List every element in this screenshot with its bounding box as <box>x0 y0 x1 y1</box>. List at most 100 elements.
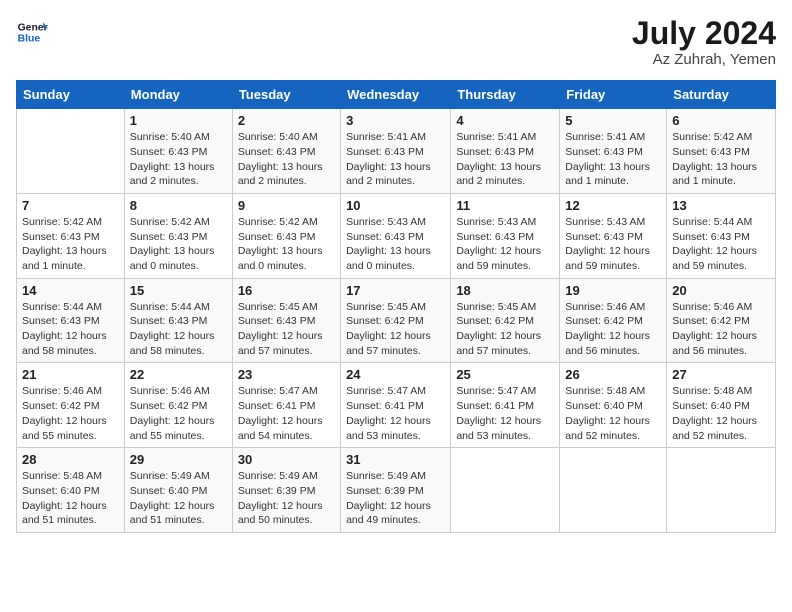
calendar-day-cell: 26 Sunrise: 5:48 AM Sunset: 6:40 PM Dayli… <box>560 363 667 448</box>
calendar-day-cell: 14Sunrise: 5:44 AM Sunset: 6:43 PM Dayli… <box>17 278 125 363</box>
day-number: 13 <box>672 198 770 213</box>
calendar-header-cell: Thursday <box>451 81 560 109</box>
calendar-day-cell: 17 Sunrise: 5:45 AM Sunset: 6:42 PM Dayli… <box>341 278 451 363</box>
day-number: 8 <box>130 198 227 213</box>
calendar-day-cell: 9 Sunrise: 5:42 AM Sunset: 6:43 PM Daylig… <box>232 193 340 278</box>
calendar-header-cell: Wednesday <box>341 81 451 109</box>
calendar-day-cell: 23Sunrise: 5:47 AM Sunset: 6:41 PM Dayli… <box>232 363 340 448</box>
calendar-day-cell <box>560 448 667 533</box>
day-number: 2 <box>238 113 335 128</box>
calendar-body: 1 Sunrise: 5:40 AM Sunset: 6:43 PM Daylig… <box>17 109 776 533</box>
calendar-day-cell: 4 Sunrise: 5:41 AM Sunset: 6:43 PM Daylig… <box>451 109 560 194</box>
calendar-day-cell: 25Sunrise: 5:47 AM Sunset: 6:41 PM Dayli… <box>451 363 560 448</box>
calendar-header-row: SundayMondayTuesdayWednesdayThursdayFrid… <box>17 81 776 109</box>
day-info: Sunrise: 5:45 AM Sunset: 6:43 PM Dayligh… <box>238 300 335 359</box>
day-number: 1 <box>130 113 227 128</box>
day-info: Sunrise: 5:48 AM Sunset: 6:40 PM Dayligh… <box>565 384 661 443</box>
calendar-header-cell: Saturday <box>667 81 776 109</box>
calendar-day-cell: 21 Sunrise: 5:46 AM Sunset: 6:42 PM Dayli… <box>17 363 125 448</box>
day-info: Sunrise: 5:46 AM Sunset: 6:42 PM Dayligh… <box>130 384 227 443</box>
day-number: 16 <box>238 283 335 298</box>
calendar-week-row: 7 Sunrise: 5:42 AM Sunset: 6:43 PM Daylig… <box>17 193 776 278</box>
calendar-header-cell: Friday <box>560 81 667 109</box>
calendar-day-cell: 7 Sunrise: 5:42 AM Sunset: 6:43 PM Daylig… <box>17 193 125 278</box>
day-number: 26 <box>565 367 661 382</box>
day-number: 23 <box>238 367 335 382</box>
calendar-day-cell: 10 Sunrise: 5:43 AM Sunset: 6:43 PM Dayli… <box>341 193 451 278</box>
day-info: Sunrise: 5:46 AM Sunset: 6:42 PM Dayligh… <box>22 384 119 443</box>
day-info: Sunrise: 5:40 AM Sunset: 6:43 PM Dayligh… <box>238 130 335 189</box>
calendar-week-row: 1 Sunrise: 5:40 AM Sunset: 6:43 PM Daylig… <box>17 109 776 194</box>
day-info: Sunrise: 5:44 AM Sunset: 6:43 PM Dayligh… <box>22 300 119 359</box>
day-info: Sunrise: 5:42 AM Sunset: 6:43 PM Dayligh… <box>672 130 770 189</box>
day-info: Sunrise: 5:42 AM Sunset: 6:43 PM Dayligh… <box>130 215 227 274</box>
day-number: 6 <box>672 113 770 128</box>
calendar-day-cell: 22Sunrise: 5:46 AM Sunset: 6:42 PM Dayli… <box>124 363 232 448</box>
calendar-day-cell: 19 Sunrise: 5:46 AM Sunset: 6:42 PM Dayli… <box>560 278 667 363</box>
day-number: 3 <box>346 113 445 128</box>
day-info: Sunrise: 5:47 AM Sunset: 6:41 PM Dayligh… <box>346 384 445 443</box>
calendar-day-cell: 24 Sunrise: 5:47 AM Sunset: 6:41 PM Dayli… <box>341 363 451 448</box>
day-number: 29 <box>130 452 227 467</box>
day-info: Sunrise: 5:47 AM Sunset: 6:41 PM Dayligh… <box>456 384 554 443</box>
day-info: Sunrise: 5:48 AM Sunset: 6:40 PM Dayligh… <box>672 384 770 443</box>
calendar-table: SundayMondayTuesdayWednesdayThursdayFrid… <box>16 80 776 533</box>
calendar-day-cell: 6 Sunrise: 5:42 AM Sunset: 6:43 PM Daylig… <box>667 109 776 194</box>
calendar-day-cell: 30 Sunrise: 5:49 AM Sunset: 6:39 PM Dayli… <box>232 448 340 533</box>
logo-icon: General Blue <box>16 16 48 48</box>
day-info: Sunrise: 5:46 AM Sunset: 6:42 PM Dayligh… <box>565 300 661 359</box>
calendar-day-cell: 28Sunrise: 5:48 AM Sunset: 6:40 PM Dayli… <box>17 448 125 533</box>
day-info: Sunrise: 5:45 AM Sunset: 6:42 PM Dayligh… <box>346 300 445 359</box>
page-header: General Blue July 2024 Az Zuhrah, Yemen <box>16 16 776 68</box>
day-number: 5 <box>565 113 661 128</box>
day-info: Sunrise: 5:44 AM Sunset: 6:43 PM Dayligh… <box>672 215 770 274</box>
day-number: 21 <box>22 367 119 382</box>
day-info: Sunrise: 5:43 AM Sunset: 6:43 PM Dayligh… <box>456 215 554 274</box>
calendar-day-cell: 5 Sunrise: 5:41 AM Sunset: 6:43 PM Daylig… <box>560 109 667 194</box>
day-number: 30 <box>238 452 335 467</box>
day-info: Sunrise: 5:44 AM Sunset: 6:43 PM Dayligh… <box>130 300 227 359</box>
day-number: 19 <box>565 283 661 298</box>
calendar-header-cell: Tuesday <box>232 81 340 109</box>
day-info: Sunrise: 5:43 AM Sunset: 6:43 PM Dayligh… <box>565 215 661 274</box>
day-number: 7 <box>22 198 119 213</box>
calendar-day-cell <box>17 109 125 194</box>
day-number: 27 <box>672 367 770 382</box>
calendar-day-cell: 20Sunrise: 5:46 AM Sunset: 6:42 PM Dayli… <box>667 278 776 363</box>
day-number: 10 <box>346 198 445 213</box>
day-info: Sunrise: 5:40 AM Sunset: 6:43 PM Dayligh… <box>130 130 227 189</box>
day-info: Sunrise: 5:41 AM Sunset: 6:43 PM Dayligh… <box>456 130 554 189</box>
day-info: Sunrise: 5:45 AM Sunset: 6:42 PM Dayligh… <box>456 300 554 359</box>
calendar-header-cell: Sunday <box>17 81 125 109</box>
day-info: Sunrise: 5:41 AM Sunset: 6:43 PM Dayligh… <box>565 130 661 189</box>
calendar-day-cell: 2 Sunrise: 5:40 AM Sunset: 6:43 PM Daylig… <box>232 109 340 194</box>
calendar-week-row: 28Sunrise: 5:48 AM Sunset: 6:40 PM Dayli… <box>17 448 776 533</box>
day-number: 17 <box>346 283 445 298</box>
svg-text:Blue: Blue <box>18 34 41 45</box>
day-info: Sunrise: 5:46 AM Sunset: 6:42 PM Dayligh… <box>672 300 770 359</box>
day-info: Sunrise: 5:49 AM Sunset: 6:39 PM Dayligh… <box>238 469 335 528</box>
day-info: Sunrise: 5:49 AM Sunset: 6:39 PM Dayligh… <box>346 469 445 528</box>
day-number: 31 <box>346 452 445 467</box>
calendar-day-cell: 13 Sunrise: 5:44 AM Sunset: 6:43 PM Dayli… <box>667 193 776 278</box>
calendar-week-row: 21 Sunrise: 5:46 AM Sunset: 6:42 PM Dayli… <box>17 363 776 448</box>
month-year: July 2024 <box>632 16 776 51</box>
location: Az Zuhrah, Yemen <box>632 51 776 68</box>
calendar-day-cell: 8 Sunrise: 5:42 AM Sunset: 6:43 PM Daylig… <box>124 193 232 278</box>
day-info: Sunrise: 5:42 AM Sunset: 6:43 PM Dayligh… <box>238 215 335 274</box>
calendar-day-cell: 29 Sunrise: 5:49 AM Sunset: 6:40 PM Dayli… <box>124 448 232 533</box>
calendar-day-cell: 11Sunrise: 5:43 AM Sunset: 6:43 PM Dayli… <box>451 193 560 278</box>
calendar-day-cell: 16 Sunrise: 5:45 AM Sunset: 6:43 PM Dayli… <box>232 278 340 363</box>
day-number: 15 <box>130 283 227 298</box>
day-number: 9 <box>238 198 335 213</box>
calendar-day-cell: 27 Sunrise: 5:48 AM Sunset: 6:40 PM Dayli… <box>667 363 776 448</box>
day-number: 4 <box>456 113 554 128</box>
day-info: Sunrise: 5:41 AM Sunset: 6:43 PM Dayligh… <box>346 130 445 189</box>
day-info: Sunrise: 5:43 AM Sunset: 6:43 PM Dayligh… <box>346 215 445 274</box>
calendar-header-cell: Monday <box>124 81 232 109</box>
day-info: Sunrise: 5:42 AM Sunset: 6:43 PM Dayligh… <box>22 215 119 274</box>
day-info: Sunrise: 5:49 AM Sunset: 6:40 PM Dayligh… <box>130 469 227 528</box>
calendar-day-cell <box>451 448 560 533</box>
day-number: 24 <box>346 367 445 382</box>
day-number: 18 <box>456 283 554 298</box>
